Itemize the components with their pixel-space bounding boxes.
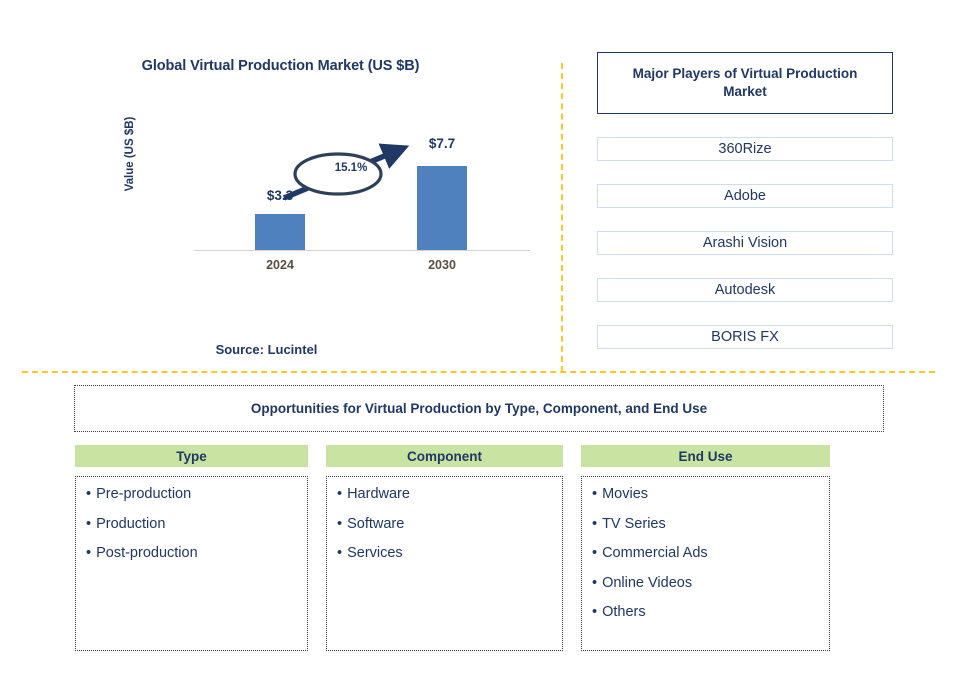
player-row[interactable]: Autodesk [597, 278, 893, 302]
list-item: • Commercial Ads [592, 546, 823, 561]
list-item-label: Services [347, 545, 403, 561]
bullet-icon: • [337, 545, 343, 561]
list-item-label: Others [602, 604, 646, 620]
player-name: Adobe [724, 188, 766, 204]
list-item-label: Post-production [96, 545, 198, 561]
opportunities-title: Opportunities for Virtual Production by … [250, 401, 708, 416]
list-item: • Production [86, 515, 301, 532]
list-item: • Movies [592, 487, 823, 502]
bullet-icon: • [592, 486, 598, 502]
category-header-component: Component [326, 445, 563, 467]
list-item-label: TV Series [602, 515, 666, 532]
list-item-label: Commercial Ads [602, 545, 708, 561]
bullet-icon: • [592, 574, 598, 591]
category-list-type: • Pre-production • Production • Post-produc… [75, 476, 308, 651]
player-name: Arashi Vision [702, 235, 788, 251]
bar-chart-plot-area: Value (US $B) $3.3 $7.7 2024 2030 15.1% [124, 117, 530, 290]
major-players-header: Major Players of Virtual Production Mark… [597, 52, 893, 114]
player-row[interactable]: Adobe [597, 184, 893, 208]
category-header-end-use: End Use [581, 445, 830, 467]
bullet-icon: • [592, 604, 598, 620]
source-note: Source: Lucintel [215, 342, 318, 357]
category-header-label: End Use [678, 448, 733, 464]
player-row[interactable]: Arashi Vision [597, 231, 893, 255]
market-chart-panel: Global Virtual Production Market (US $B)… [0, 0, 561, 372]
category-column-end-use: End Use • Movies • TV Series • Commercial A… [581, 445, 830, 651]
list-item-label: Pre-production [96, 486, 192, 502]
major-players-header-text: Major Players of Virtual Production Mark… [632, 65, 858, 99]
x-tick-2030: 2030 [428, 258, 456, 272]
list-item: • Post-production [86, 546, 301, 561]
list-item: • Others [592, 605, 823, 620]
list-item: • TV Series [592, 515, 823, 532]
x-axis-baseline [194, 250, 530, 251]
list-item: • Software [337, 515, 556, 532]
y-axis-label: Value (US $B) [124, 116, 136, 192]
category-column-type: Type • Pre-production • Production • Post-p… [75, 445, 308, 651]
player-name: Autodesk [714, 282, 776, 298]
player-row[interactable]: 360Rize [597, 137, 893, 161]
bullet-icon: • [337, 515, 343, 532]
list-item-label: Software [347, 515, 405, 532]
major-players-panel: Major Players of Virtual Production Mark… [597, 52, 893, 349]
bullet-icon: • [86, 545, 92, 561]
bullet-icon: • [592, 545, 598, 561]
bullet-icon: • [592, 515, 598, 532]
bullet-icon: • [337, 486, 343, 502]
list-item: • Pre-production [86, 487, 301, 502]
bar-2024 [255, 214, 305, 250]
category-header-label: Type [176, 448, 207, 464]
list-item-label: Online Videos [602, 574, 693, 591]
player-name: BORIS FX [711, 329, 779, 345]
opportunities-banner: Opportunities for Virtual Production by … [74, 385, 884, 432]
cagr-value-label: 15.1% [334, 162, 368, 174]
x-tick-2024: 2024 [266, 258, 294, 272]
category-header-type: Type [75, 445, 308, 467]
list-item: • Online Videos [592, 574, 823, 591]
list-item: • Services [337, 546, 556, 561]
list-item-label: Production [96, 515, 166, 532]
chart-title: Global Virtual Production Market (US $B) [141, 58, 420, 74]
category-list-end-use: • Movies • TV Series • Commercial Ads • Onli… [581, 476, 830, 651]
list-item: • Hardware [337, 487, 556, 502]
category-header-label: Component [407, 448, 482, 464]
bullet-icon: • [86, 515, 92, 532]
horizontal-divider [22, 371, 935, 373]
vertical-divider [561, 63, 563, 372]
category-list-component: • Hardware • Software • Services [326, 476, 563, 651]
player-name: 360Rize [718, 141, 772, 157]
bullet-icon: • [86, 486, 92, 502]
list-item-label: Movies [602, 486, 649, 502]
list-item-label: Hardware [347, 486, 410, 502]
category-column-component: Component • Hardware • Software • Services [326, 445, 563, 651]
player-row[interactable]: BORIS FX [597, 325, 893, 349]
